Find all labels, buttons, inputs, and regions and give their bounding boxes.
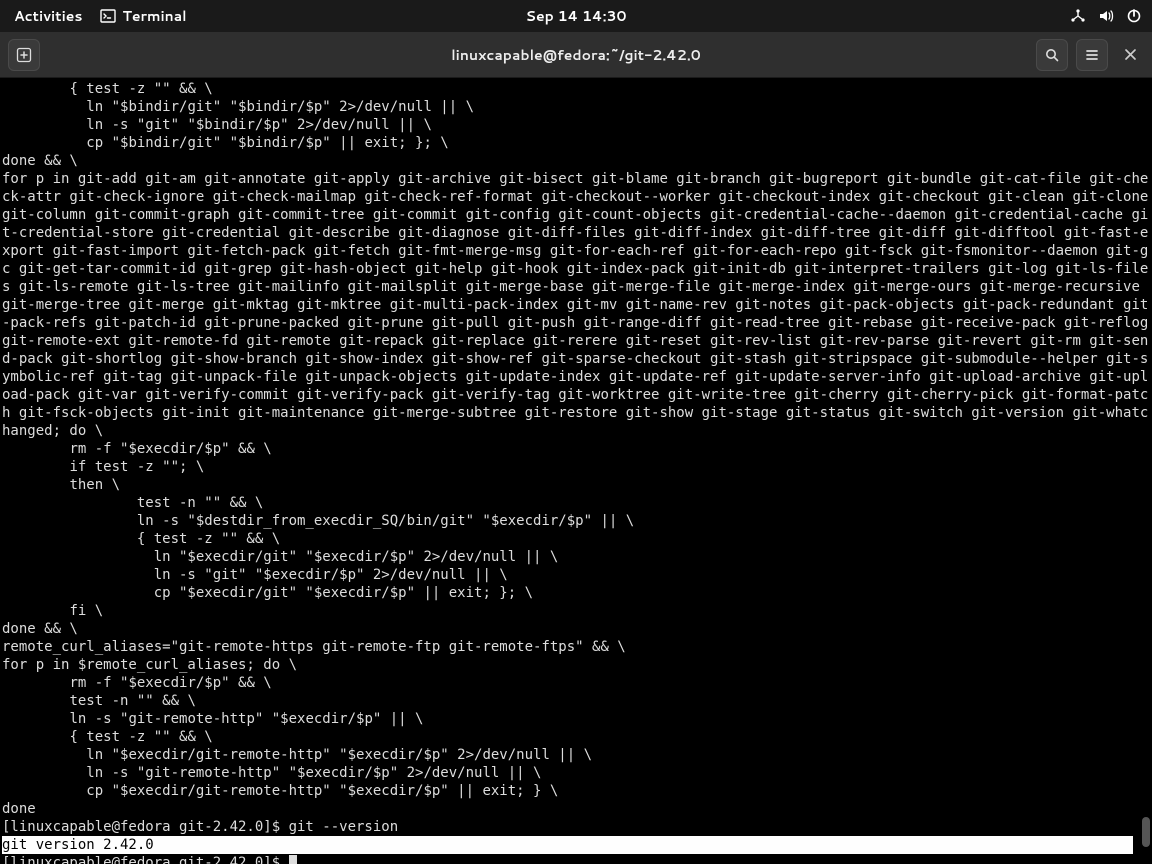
gnome-topbar: Activities Terminal Sep 14 14:30 xyxy=(0,0,1152,32)
volume-icon[interactable] xyxy=(1098,8,1114,24)
clock[interactable]: Sep 14 14:30 xyxy=(526,6,627,26)
plus-box-icon xyxy=(16,47,32,63)
activities-button[interactable]: Activities xyxy=(14,6,82,26)
active-app-name: Terminal xyxy=(122,6,186,26)
close-icon xyxy=(1124,48,1137,61)
shell-prompt: [linuxcapable@fedora git-2.42.0]$ xyxy=(2,855,289,864)
terminal-window: linuxcapable@fedora:~/git-2.42.0 { test … xyxy=(0,32,1152,864)
window-headerbar: linuxcapable@fedora:~/git-2.42.0 xyxy=(0,32,1152,78)
scrollbar-thumb[interactable] xyxy=(1142,817,1150,847)
menu-button[interactable] xyxy=(1076,39,1108,71)
power-icon[interactable] xyxy=(1126,8,1142,24)
close-button[interactable] xyxy=(1116,41,1144,69)
shell-prompt: [linuxcapable@fedora git-2.42.0]$ xyxy=(2,819,289,835)
new-tab-button[interactable] xyxy=(8,39,40,71)
search-button[interactable] xyxy=(1036,39,1068,71)
window-title: linuxcapable@fedora:~/git-2.42.0 xyxy=(451,45,700,65)
terminal-output: { test -z "" && \ ln "$bindir/git" "$bin… xyxy=(0,78,1152,864)
hamburger-icon xyxy=(1084,47,1100,63)
active-app-indicator[interactable]: Terminal xyxy=(100,6,186,26)
terminal-viewport[interactable]: { test -z "" && \ ln "$bindir/git" "$bin… xyxy=(0,78,1152,864)
command-text: git --version xyxy=(289,819,399,835)
terminal-scrollbar[interactable] xyxy=(1140,78,1150,864)
network-icon[interactable] xyxy=(1070,8,1086,24)
terminal-cursor xyxy=(289,855,297,864)
terminal-icon xyxy=(100,8,116,24)
version-output-highlight: git version 2.42.0 xyxy=(2,836,1133,854)
search-icon xyxy=(1044,47,1060,63)
